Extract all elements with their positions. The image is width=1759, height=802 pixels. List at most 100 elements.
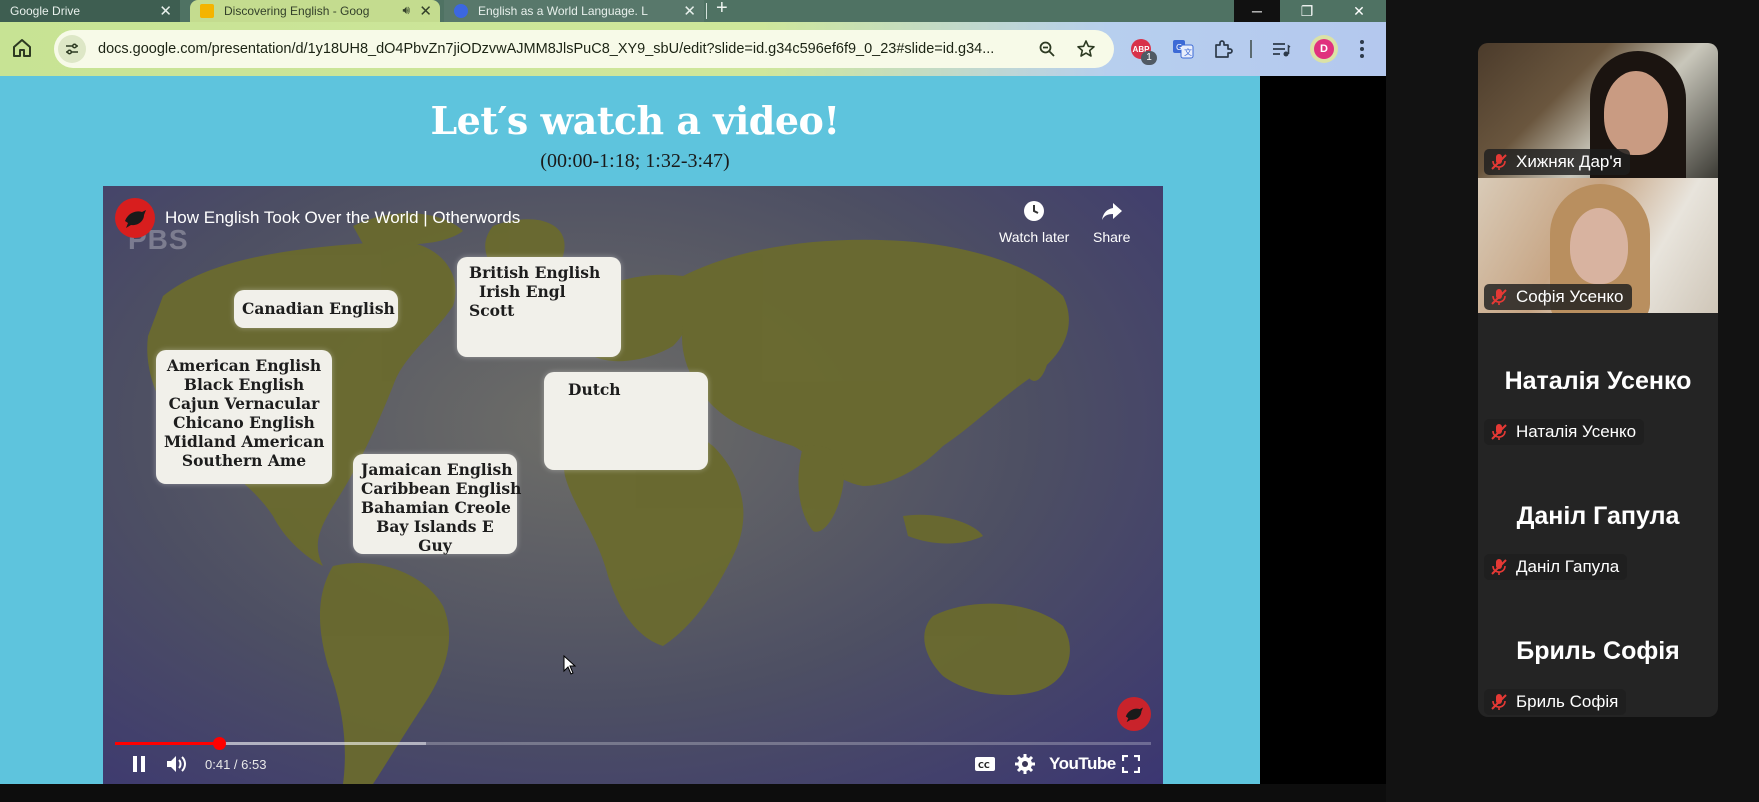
participant-name: Хижняк Дар'я (1516, 152, 1622, 171)
mic-off-icon (1490, 693, 1508, 711)
new-tab-button[interactable]: + (716, 0, 728, 20)
scrubber-handle[interactable] (212, 737, 226, 750)
label-caribbean-varieties: Jamaican English Caribbean English Baham… (353, 454, 522, 555)
time-display: 0:41 / 6:53 (205, 756, 267, 772)
window-close-button[interactable]: ✕ (1336, 0, 1382, 22)
participant-tile[interactable]: Даніл Гапула Даніл Гапула (1478, 448, 1718, 583)
box-line: Jamaican English (361, 460, 513, 479)
restore-button[interactable]: ❐ (1284, 0, 1330, 22)
otherwords-logo (1117, 697, 1151, 731)
kebab-menu-icon[interactable] (1350, 37, 1374, 61)
channel-avatar[interactable] (115, 198, 155, 238)
clock-icon (999, 200, 1069, 225)
participant-tile[interactable]: Бриль Софія Бриль Софія (1478, 583, 1718, 717)
slide-title: Let′s watch a video! (430, 98, 840, 143)
profile-avatar[interactable]: D (1310, 35, 1338, 63)
participant-display-name: Наталія Усенко (1504, 367, 1692, 395)
participant-tile[interactable]: Наталія Усенко Наталія Усенко (1478, 313, 1718, 448)
embedded-youtube-video[interactable]: PBS How English Took Over the World | Ot… (103, 186, 1163, 784)
mouse-cursor-icon (563, 654, 577, 680)
tab-google-drive[interactable]: Google Drive ✕ (0, 0, 180, 22)
box-line: Bay Islands E (376, 517, 494, 536)
site-info-icon[interactable] (58, 35, 86, 63)
box-line: Bahamian Creole (361, 498, 511, 517)
tab-title: English as a World Language. L (478, 4, 648, 18)
media-icon[interactable] (1270, 38, 1292, 60)
box-line: Caribbean English (361, 479, 522, 498)
participant-display-name: Даніл Гапула (1516, 502, 1680, 530)
box-line: Black English (183, 375, 305, 394)
box-line: Chicano English (173, 413, 315, 432)
pause-icon[interactable] (127, 752, 151, 776)
box-line: British English (469, 263, 601, 282)
progress-bar[interactable] (115, 737, 1151, 750)
box-line: Midland American (164, 432, 325, 451)
slides-favicon-icon (200, 4, 214, 18)
box-line: American English (166, 356, 322, 375)
mic-off-icon (1490, 558, 1508, 576)
tab-title: Discovering English - Goog (224, 4, 370, 18)
extension-badge: 1 (1141, 51, 1157, 65)
mic-off-icon (1490, 153, 1508, 171)
box-line: Canadian English (242, 299, 395, 318)
svg-text:G: G (1176, 43, 1182, 52)
tab-discovering-english[interactable]: Discovering English - Goog 🔊︎ ✕ (190, 0, 440, 22)
participant-tile[interactable]: Хижняк Дар'я (1478, 43, 1718, 178)
participant-tile[interactable]: Софія Усенко (1478, 178, 1718, 313)
browser-window: Google Drive ✕ Discovering English - Goo… (0, 0, 1386, 802)
browser-toolbar: docs.google.com/presentation/d/1y18UH8_d… (0, 22, 1386, 76)
participant-name-chip: Хижняк Дар'я (1484, 149, 1630, 175)
participant-name: Даніл Гапула (1516, 557, 1620, 576)
box-line: Southern Ame (181, 451, 307, 470)
label-canadian-english: Canadian English (234, 290, 398, 328)
gear-icon[interactable] (1013, 752, 1037, 776)
played-bar (115, 742, 219, 745)
box-line: Scott (469, 301, 515, 320)
label-british-isles: British English Irish Engl Scott (457, 257, 621, 357)
participant-name-chip: Софія Усенко (1484, 284, 1632, 310)
video-title[interactable]: How English Took Over the World | Otherw… (165, 208, 520, 228)
box-line: Guy (418, 536, 452, 555)
svg-text:CC: CC (978, 761, 990, 770)
volume-icon[interactable] (164, 752, 190, 776)
share-button[interactable]: Share (1093, 200, 1130, 245)
participant-name-chip: Бриль Софія (1484, 689, 1627, 715)
close-icon[interactable]: ✕ (683, 2, 696, 20)
share-label: Share (1093, 229, 1131, 245)
star-icon[interactable] (1076, 39, 1096, 64)
label-dutch: Dutch (544, 372, 708, 470)
box-line: Irish Engl (479, 282, 566, 301)
home-icon[interactable] (10, 36, 36, 62)
mic-off-icon (1490, 288, 1508, 306)
close-icon[interactable]: ✕ (419, 2, 432, 20)
fullscreen-icon[interactable] (1119, 752, 1143, 776)
close-icon[interactable]: ✕ (159, 2, 172, 20)
world-map (147, 213, 1070, 784)
youtube-logo[interactable]: YouTube (1049, 752, 1116, 776)
tab-separator (706, 3, 707, 19)
site-favicon-icon (454, 4, 468, 18)
watch-later-label: Watch later (999, 229, 1070, 245)
tab-english-world-language[interactable]: English as a World Language. L ✕ (444, 0, 704, 22)
speaker-icon[interactable]: 🔊︎ (402, 3, 410, 18)
toolbar-separator (1250, 40, 1252, 58)
participant-name: Бриль Софія (1516, 692, 1619, 711)
participant-video-face (1604, 71, 1668, 155)
participant-display-name: Бриль Софія (1516, 637, 1680, 665)
participants-panel: Хижняк Дар'я Софія Усенко Наталія Усенко… (1478, 43, 1718, 717)
address-bar[interactable]: docs.google.com/presentation/d/1y18UH8_d… (54, 30, 1114, 68)
participant-video-face (1570, 208, 1628, 284)
participant-name: Наталія Усенко (1516, 422, 1637, 441)
puzzle-icon[interactable] (1212, 38, 1234, 60)
participant-name-chip: Даніл Гапула (1484, 554, 1628, 580)
zoom-icon[interactable] (1038, 40, 1056, 63)
watch-later-button[interactable]: Watch later (999, 200, 1069, 245)
svg-text:文: 文 (1184, 47, 1192, 57)
box-line: Cajun Vernacular (168, 394, 320, 413)
participant-name: Софія Усенко (1516, 287, 1624, 306)
presenter-margin (1260, 76, 1386, 784)
minimize-button[interactable]: ─ (1234, 0, 1280, 22)
url-text[interactable]: docs.google.com/presentation/d/1y18UH8_d… (98, 41, 1038, 57)
translate-icon[interactable]: G文 (1172, 38, 1194, 60)
captions-icon[interactable]: CC (972, 752, 998, 776)
